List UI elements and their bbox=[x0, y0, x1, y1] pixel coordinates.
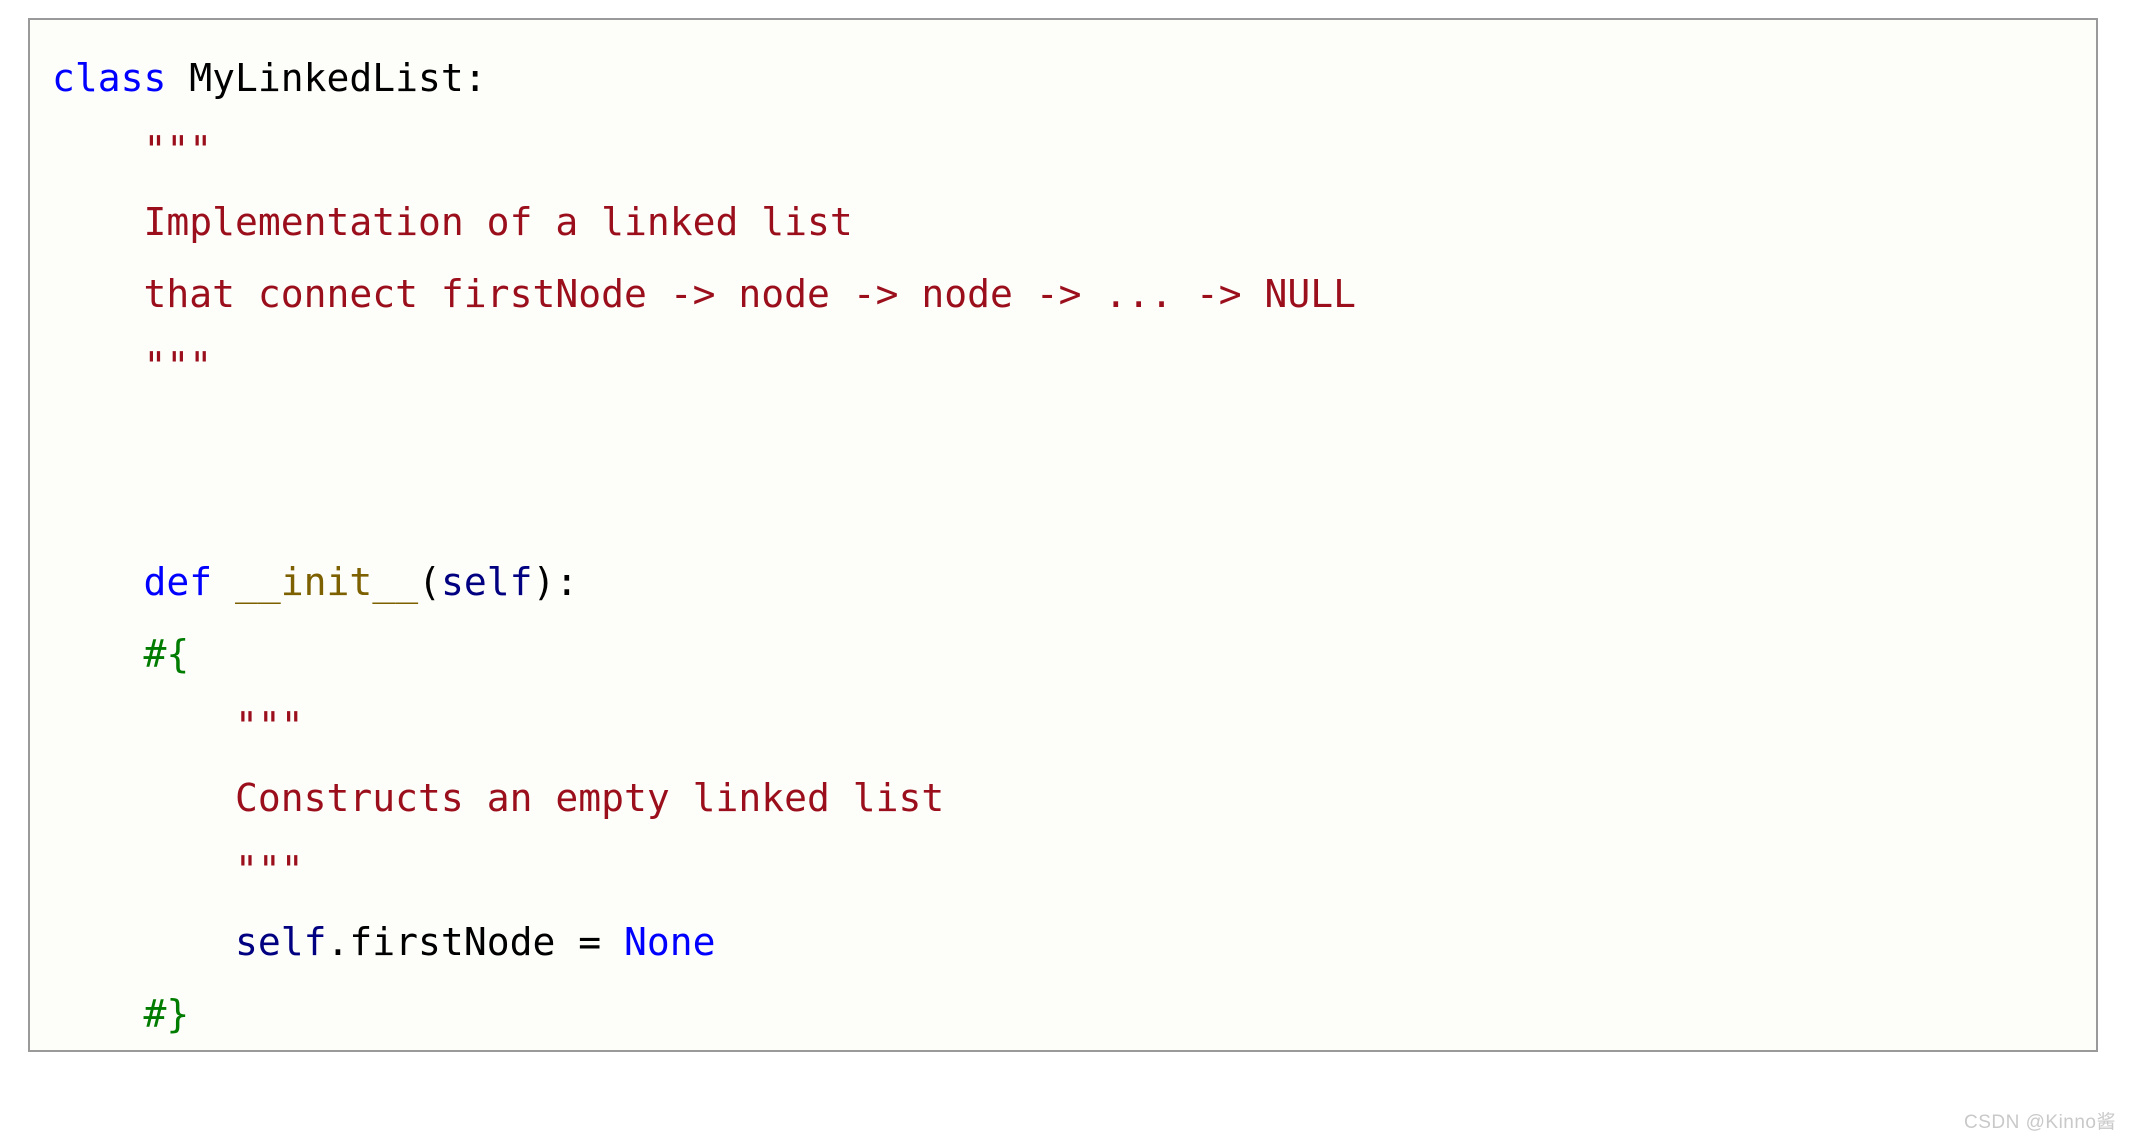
code-line: that connect firstNode -> node -> node -… bbox=[52, 258, 1357, 330]
code-line: Implementation of a linked list bbox=[52, 186, 1356, 258]
screenshot-canvas: class MyLinkedList: """ Implementation o… bbox=[0, 0, 2134, 1148]
code-token-plain: .firstNode = bbox=[326, 920, 624, 964]
code-line: """ bbox=[52, 690, 1356, 762]
code-line: """ bbox=[52, 330, 1356, 402]
code-token-docstring: that connect firstNode -> node -> node -… bbox=[143, 272, 1357, 316]
code-line: #{ bbox=[52, 618, 1356, 690]
code-line: Constructs an empty linked list bbox=[52, 762, 1356, 834]
code-line: """ bbox=[52, 834, 1356, 906]
code-token-docstring: Constructs an empty linked list bbox=[235, 776, 945, 820]
code-token-docstring: Implementation of a linked list bbox=[143, 200, 853, 244]
code-line-list: class MyLinkedList: """ Implementation o… bbox=[30, 20, 1356, 1050]
code-token-dunder: __init__ bbox=[235, 560, 419, 604]
code-token-keyword: def bbox=[143, 560, 213, 604]
code-line: class MyLinkedList: bbox=[52, 42, 1356, 114]
csdn-watermark: CSDN @Kinno酱 bbox=[1964, 1112, 2116, 1133]
code-line: self.firstNode = None bbox=[52, 906, 1356, 978]
code-token-docstring: """ bbox=[143, 344, 213, 388]
code-token-plain: MyLinkedList: bbox=[166, 56, 487, 100]
code-token-docstring: """ bbox=[235, 704, 304, 748]
code-token-keyword: class bbox=[52, 56, 167, 100]
code-line: """ bbox=[52, 114, 1356, 186]
code-token-self: self bbox=[440, 560, 533, 604]
code-token-docstring: """ bbox=[235, 848, 304, 892]
code-token-builtin: None bbox=[623, 920, 716, 964]
code-token-docstring: """ bbox=[143, 128, 213, 172]
code-token-comment: #{ bbox=[143, 632, 190, 676]
code-block: class MyLinkedList: """ Implementation o… bbox=[28, 18, 2098, 1052]
code-token-self: self bbox=[235, 920, 327, 964]
code-token-comment: #} bbox=[143, 992, 190, 1036]
code-line: def __init__(self): bbox=[52, 546, 1356, 618]
code-token-plain: ): bbox=[532, 560, 579, 604]
code-token-plain: ( bbox=[418, 560, 441, 604]
code-line: #} bbox=[52, 978, 1356, 1050]
